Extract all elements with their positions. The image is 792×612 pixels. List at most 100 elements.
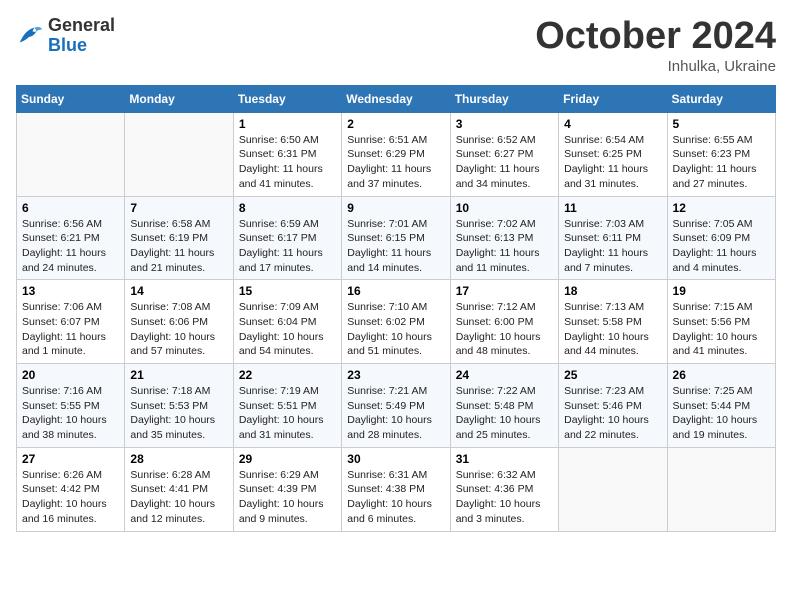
cell-content: Sunrise: 7:05 AM Sunset: 6:09 PM Dayligh… — [673, 217, 770, 276]
cell-content: Sunrise: 6:32 AM Sunset: 4:36 PM Dayligh… — [456, 468, 553, 527]
cell-content: Sunrise: 7:09 AM Sunset: 6:04 PM Dayligh… — [239, 300, 336, 359]
calendar-week-row: 1 Sunrise: 6:50 AM Sunset: 6:31 PM Daylig… — [17, 112, 776, 196]
cell-content: Sunrise: 7:25 AM Sunset: 5:44 PM Dayligh… — [673, 384, 770, 443]
calendar-cell — [125, 112, 233, 196]
calendar-cell: 9 Sunrise: 7:01 AM Sunset: 6:15 PM Daylig… — [342, 196, 450, 280]
cell-content: Sunrise: 7:15 AM Sunset: 5:56 PM Dayligh… — [673, 300, 770, 359]
calendar-cell: 27 Sunrise: 6:26 AM Sunset: 4:42 PM Dayli… — [17, 447, 125, 531]
cell-content: Sunrise: 6:31 AM Sunset: 4:38 PM Dayligh… — [347, 468, 444, 527]
day-number: 31 — [456, 452, 553, 466]
day-number: 15 — [239, 284, 336, 298]
day-number: 3 — [456, 117, 553, 131]
day-number: 14 — [130, 284, 227, 298]
calendar-cell — [559, 447, 667, 531]
day-number: 10 — [456, 201, 553, 215]
cell-content: Sunrise: 7:08 AM Sunset: 6:06 PM Dayligh… — [130, 300, 227, 359]
cell-content: Sunrise: 6:29 AM Sunset: 4:39 PM Dayligh… — [239, 468, 336, 527]
weekday-header: Wednesday — [342, 85, 450, 112]
cell-content: Sunrise: 7:13 AM Sunset: 5:58 PM Dayligh… — [564, 300, 661, 359]
day-number: 29 — [239, 452, 336, 466]
day-number: 8 — [239, 201, 336, 215]
calendar-cell — [17, 112, 125, 196]
calendar-cell: 26 Sunrise: 7:25 AM Sunset: 5:44 PM Dayli… — [667, 364, 775, 448]
cell-content: Sunrise: 6:59 AM Sunset: 6:17 PM Dayligh… — [239, 217, 336, 276]
calendar-cell: 10 Sunrise: 7:02 AM Sunset: 6:13 PM Dayli… — [450, 196, 558, 280]
calendar-cell: 30 Sunrise: 6:31 AM Sunset: 4:38 PM Dayli… — [342, 447, 450, 531]
cell-content: Sunrise: 6:52 AM Sunset: 6:27 PM Dayligh… — [456, 133, 553, 192]
calendar-cell — [667, 447, 775, 531]
weekday-header: Friday — [559, 85, 667, 112]
cell-content: Sunrise: 7:03 AM Sunset: 6:11 PM Dayligh… — [564, 217, 661, 276]
day-number: 26 — [673, 368, 770, 382]
weekday-header: Tuesday — [233, 85, 341, 112]
calendar-cell: 18Sunrise: 7:13 AM Sunset: 5:58 PM Dayli… — [559, 280, 667, 364]
cell-content: Sunrise: 6:55 AM Sunset: 6:23 PM Dayligh… — [673, 133, 770, 192]
cell-content: Sunrise: 7:02 AM Sunset: 6:13 PM Dayligh… — [456, 217, 553, 276]
calendar-cell: 21 Sunrise: 7:18 AM Sunset: 5:53 PM Dayli… — [125, 364, 233, 448]
calendar-cell: 5 Sunrise: 6:55 AM Sunset: 6:23 PM Daylig… — [667, 112, 775, 196]
day-number: 11 — [564, 201, 661, 215]
calendar-week-row: 13Sunrise: 7:06 AM Sunset: 6:07 PM Dayli… — [17, 280, 776, 364]
calendar-cell: 12 Sunrise: 7:05 AM Sunset: 6:09 PM Dayli… — [667, 196, 775, 280]
day-number: 7 — [130, 201, 227, 215]
logo: General Blue — [16, 16, 115, 56]
cell-content: Sunrise: 7:01 AM Sunset: 6:15 PM Dayligh… — [347, 217, 444, 276]
calendar-cell: 14 Sunrise: 7:08 AM Sunset: 6:06 PM Dayli… — [125, 280, 233, 364]
cell-content: Sunrise: 6:28 AM Sunset: 4:41 PM Dayligh… — [130, 468, 227, 527]
cell-content: Sunrise: 7:06 AM Sunset: 6:07 PM Dayligh… — [22, 300, 119, 359]
day-number: 24 — [456, 368, 553, 382]
day-number: 21 — [130, 368, 227, 382]
month-title: October 2024 — [535, 16, 776, 58]
day-number: 19 — [673, 284, 770, 298]
cell-content: Sunrise: 7:19 AM Sunset: 5:51 PM Dayligh… — [239, 384, 336, 443]
location: Inhulka, Ukraine — [535, 58, 776, 75]
day-number: 30 — [347, 452, 444, 466]
cell-content: Sunrise: 6:54 AM Sunset: 6:25 PM Dayligh… — [564, 133, 661, 192]
day-number: 23 — [347, 368, 444, 382]
day-number: 1 — [239, 117, 336, 131]
weekday-header: Sunday — [17, 85, 125, 112]
logo-bird-icon — [16, 22, 44, 50]
weekday-header: Monday — [125, 85, 233, 112]
calendar-cell: 25 Sunrise: 7:23 AM Sunset: 5:46 PM Dayli… — [559, 364, 667, 448]
calendar-cell: 23 Sunrise: 7:21 AM Sunset: 5:49 PM Dayli… — [342, 364, 450, 448]
calendar-week-row: 20Sunrise: 7:16 AM Sunset: 5:55 PM Dayli… — [17, 364, 776, 448]
day-number: 12 — [673, 201, 770, 215]
calendar-cell: 6 Sunrise: 6:56 AM Sunset: 6:21 PM Daylig… — [17, 196, 125, 280]
day-number: 2 — [347, 117, 444, 131]
calendar-week-row: 6 Sunrise: 6:56 AM Sunset: 6:21 PM Daylig… — [17, 196, 776, 280]
cell-content: Sunrise: 6:50 AM Sunset: 6:31 PM Dayligh… — [239, 133, 336, 192]
calendar-cell: 19 Sunrise: 7:15 AM Sunset: 5:56 PM Dayli… — [667, 280, 775, 364]
calendar-header-row: SundayMondayTuesdayWednesdayThursdayFrid… — [17, 85, 776, 112]
calendar-cell: 8 Sunrise: 6:59 AM Sunset: 6:17 PM Daylig… — [233, 196, 341, 280]
day-number: 16 — [347, 284, 444, 298]
logo-general: General — [48, 16, 115, 36]
calendar-cell: 11 Sunrise: 7:03 AM Sunset: 6:11 PM Dayli… — [559, 196, 667, 280]
cell-content: Sunrise: 7:21 AM Sunset: 5:49 PM Dayligh… — [347, 384, 444, 443]
cell-content: Sunrise: 6:26 AM Sunset: 4:42 PM Dayligh… — [22, 468, 119, 527]
calendar-week-row: 27 Sunrise: 6:26 AM Sunset: 4:42 PM Dayli… — [17, 447, 776, 531]
cell-content: Sunrise: 7:18 AM Sunset: 5:53 PM Dayligh… — [130, 384, 227, 443]
calendar-cell: 15 Sunrise: 7:09 AM Sunset: 6:04 PM Dayli… — [233, 280, 341, 364]
day-number: 25 — [564, 368, 661, 382]
title-block: October 2024 Inhulka, Ukraine — [535, 16, 776, 75]
calendar-cell: 22Sunrise: 7:19 AM Sunset: 5:51 PM Dayli… — [233, 364, 341, 448]
day-number: 6 — [22, 201, 119, 215]
day-number: 9 — [347, 201, 444, 215]
logo-text: General Blue — [48, 16, 115, 56]
cell-content: Sunrise: 7:23 AM Sunset: 5:46 PM Dayligh… — [564, 384, 661, 443]
calendar-cell: 7 Sunrise: 6:58 AM Sunset: 6:19 PM Daylig… — [125, 196, 233, 280]
day-number: 5 — [673, 117, 770, 131]
logo-blue: Blue — [48, 36, 115, 56]
cell-content: Sunrise: 6:51 AM Sunset: 6:29 PM Dayligh… — [347, 133, 444, 192]
calendar-cell: 20Sunrise: 7:16 AM Sunset: 5:55 PM Dayli… — [17, 364, 125, 448]
cell-content: Sunrise: 6:58 AM Sunset: 6:19 PM Dayligh… — [130, 217, 227, 276]
day-number: 27 — [22, 452, 119, 466]
day-number: 28 — [130, 452, 227, 466]
calendar-cell: 13Sunrise: 7:06 AM Sunset: 6:07 PM Dayli… — [17, 280, 125, 364]
cell-content: Sunrise: 7:22 AM Sunset: 5:48 PM Dayligh… — [456, 384, 553, 443]
day-number: 17 — [456, 284, 553, 298]
cell-content: Sunrise: 6:56 AM Sunset: 6:21 PM Dayligh… — [22, 217, 119, 276]
weekday-header: Saturday — [667, 85, 775, 112]
calendar-cell: 3 Sunrise: 6:52 AM Sunset: 6:27 PM Daylig… — [450, 112, 558, 196]
